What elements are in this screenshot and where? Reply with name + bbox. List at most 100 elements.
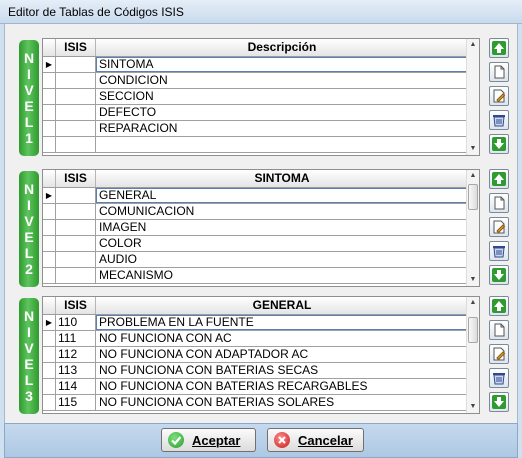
level-tab-letter: 1 xyxy=(25,130,33,146)
description-cell[interactable]: NO FUNCIONA CON BATERIAS RECARGABLES xyxy=(96,379,469,394)
column-header-isis[interactable]: ISIS xyxy=(56,297,96,314)
row-indicator-header xyxy=(43,39,56,56)
edit-record-button[interactable] xyxy=(489,344,509,364)
isis-code-cell[interactable] xyxy=(56,121,96,136)
description-cell[interactable]: SECCION xyxy=(96,89,469,104)
table-row[interactable]: 111 NO FUNCIONA CON AC xyxy=(43,331,469,347)
scroll-thumb[interactable] xyxy=(468,184,478,210)
table-row[interactable]: COLOR xyxy=(43,236,469,252)
codes-grid[interactable]: ISIS SINTOMA ▶ GENERAL COMUNICACION IMAGEN COL… xyxy=(42,169,480,287)
table-row[interactable]: 114 NO FUNCIONA CON BATERIAS RECARGABLES xyxy=(43,379,469,395)
description-cell[interactable]: NO FUNCIONA CON BATERIAS SOLARES xyxy=(96,395,469,410)
scroll-up-icon[interactable]: ▲ xyxy=(467,170,479,182)
table-row[interactable]: AUDIO xyxy=(43,252,469,268)
new-record-button[interactable] xyxy=(489,62,509,82)
vertical-scrollbar[interactable]: ▲ ▼ xyxy=(466,297,479,413)
description-cell[interactable] xyxy=(96,137,469,152)
edit-record-button[interactable] xyxy=(489,217,509,237)
delete-record-button[interactable] xyxy=(489,368,509,388)
description-cell[interactable]: COLOR xyxy=(96,236,469,251)
level-2-panel: N I V E L 2 ISIS SINTOMA ▶ GENERAL COMUNICACION IMA… xyxy=(17,169,515,293)
isis-code-cell[interactable] xyxy=(56,220,96,235)
table-row[interactable]: REPARACION xyxy=(43,121,469,137)
scroll-down-icon[interactable]: ▼ xyxy=(467,274,479,286)
table-row[interactable]: ▶ 110 PROBLEMA EN LA FUENTE xyxy=(43,315,469,331)
level-tab-letter: N xyxy=(23,181,35,197)
isis-code-cell[interactable] xyxy=(56,252,96,267)
column-header-isis[interactable]: ISIS xyxy=(56,39,96,56)
isis-code-cell[interactable] xyxy=(56,73,96,88)
arrow-down-button[interactable] xyxy=(489,392,509,412)
new-record-button[interactable] xyxy=(489,193,509,213)
scroll-down-icon[interactable]: ▼ xyxy=(467,401,479,413)
scroll-thumb[interactable] xyxy=(468,317,478,343)
isis-code-cell[interactable] xyxy=(56,204,96,219)
isis-code-cell[interactable]: 114 xyxy=(56,379,96,394)
table-row[interactable]: CONDICION xyxy=(43,73,469,89)
table-row[interactable]: MECANISMO xyxy=(43,268,469,284)
arrow-up-button[interactable] xyxy=(489,296,509,316)
description-cell[interactable]: CONDICION xyxy=(96,73,469,88)
description-cell[interactable]: GENERAL xyxy=(96,188,469,203)
arrow-down-button[interactable] xyxy=(489,265,509,285)
table-row[interactable]: ▶ SINTOMA xyxy=(43,57,469,73)
description-cell[interactable]: PROBLEMA EN LA FUENTE xyxy=(96,315,469,330)
description-cell[interactable]: NO FUNCIONA CON AC xyxy=(96,331,469,346)
column-header-description[interactable]: SINTOMA xyxy=(96,170,469,187)
description-cell[interactable]: DEFECTO xyxy=(96,105,469,120)
isis-code-cell[interactable] xyxy=(56,236,96,251)
table-row[interactable] xyxy=(43,137,469,153)
arrow-down-button[interactable] xyxy=(489,134,509,154)
column-header-description[interactable]: GENERAL xyxy=(96,297,469,314)
isis-code-cell[interactable]: 111 xyxy=(56,331,96,346)
description-cell[interactable]: MECANISMO xyxy=(96,268,469,283)
description-cell[interactable]: AUDIO xyxy=(96,252,469,267)
isis-code-cell[interactable] xyxy=(56,105,96,120)
description-cell[interactable]: REPARACION xyxy=(96,121,469,136)
isis-code-cell[interactable] xyxy=(56,57,96,72)
table-row[interactable]: SECCION xyxy=(43,89,469,105)
isis-code-cell[interactable] xyxy=(56,268,96,283)
vertical-scrollbar[interactable]: ▲ ▼ xyxy=(466,39,479,155)
codes-grid[interactable]: ISIS GENERAL ▶ 110 PROBLEMA EN LA FUENTE 111 N… xyxy=(42,296,480,414)
description-cell[interactable]: NO FUNCIONA CON BATERIAS SECAS xyxy=(96,363,469,378)
isis-code-cell[interactable]: 115 xyxy=(56,395,96,410)
edit-record-button[interactable] xyxy=(489,86,509,106)
description-cell[interactable]: NO FUNCIONA CON ADAPTADOR AC xyxy=(96,347,469,362)
scroll-down-icon[interactable]: ▼ xyxy=(467,143,479,155)
scroll-up-icon[interactable]: ▲ xyxy=(467,39,479,51)
title-bar[interactable]: Editor de Tablas de Códigos ISIS xyxy=(0,0,522,24)
column-header-description[interactable]: Descripción xyxy=(96,39,469,56)
delete-record-button[interactable] xyxy=(489,241,509,261)
row-indicator xyxy=(43,363,56,378)
table-row[interactable]: 115 NO FUNCIONA CON BATERIAS SOLARES xyxy=(43,395,469,411)
delete-record-button[interactable] xyxy=(489,110,509,130)
table-row[interactable]: IMAGEN xyxy=(43,220,469,236)
new-record-button[interactable] xyxy=(489,320,509,340)
column-header-isis[interactable]: ISIS xyxy=(56,170,96,187)
table-row[interactable]: COMUNICACION xyxy=(43,204,469,220)
codes-grid[interactable]: ISIS Descripción ▶ SINTOMA CONDICION SECCION D… xyxy=(42,38,480,156)
row-indicator xyxy=(43,73,56,88)
table-row[interactable]: 113 NO FUNCIONA CON BATERIAS SECAS xyxy=(43,363,469,379)
isis-code-cell[interactable]: 112 xyxy=(56,347,96,362)
grid-header: ISIS Descripción xyxy=(43,39,469,57)
isis-code-cell[interactable] xyxy=(56,137,96,152)
arrow-up-button[interactable] xyxy=(489,38,509,58)
cancel-button[interactable]: Cancelar xyxy=(267,428,364,452)
level-tab-letter: 2 xyxy=(25,261,33,277)
description-cell[interactable]: COMUNICACION xyxy=(96,204,469,219)
description-cell[interactable]: SINTOMA xyxy=(96,57,469,72)
table-row[interactable]: DEFECTO xyxy=(43,105,469,121)
isis-code-cell[interactable]: 113 xyxy=(56,363,96,378)
arrow-up-button[interactable] xyxy=(489,169,509,189)
table-row[interactable]: ▶ GENERAL xyxy=(43,188,469,204)
isis-code-cell[interactable] xyxy=(56,89,96,104)
vertical-scrollbar[interactable]: ▲ ▼ xyxy=(466,170,479,286)
table-row[interactable]: 112 NO FUNCIONA CON ADAPTADOR AC xyxy=(43,347,469,363)
description-cell[interactable]: IMAGEN xyxy=(96,220,469,235)
isis-code-cell[interactable]: 110 xyxy=(56,315,96,330)
accept-button[interactable]: Aceptar xyxy=(161,428,256,452)
isis-code-cell[interactable] xyxy=(56,188,96,203)
scroll-up-icon[interactable]: ▲ xyxy=(467,297,479,309)
